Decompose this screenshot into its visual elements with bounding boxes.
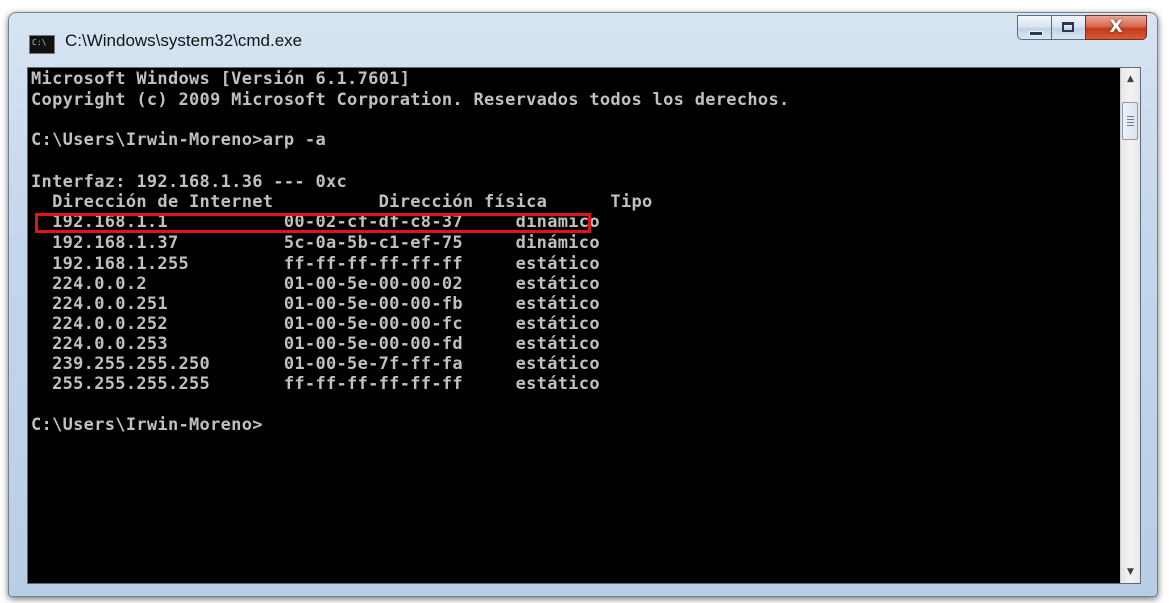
scroll-up-arrow-icon[interactable]: ▲ [1121, 70, 1140, 88]
arp-table-row: 224.0.0.252 01-00-5e-00-00-fc estático [31, 314, 600, 334]
maximize-button[interactable] [1051, 15, 1085, 40]
caption-buttons: X [1017, 15, 1147, 41]
cmd-app-icon[interactable]: C:\ [29, 35, 55, 54]
console-line: Interfaz: 192.168.1.36 --- 0xc [31, 172, 348, 192]
arp-table-row: 224.0.0.2 01-00-5e-00-00-02 estático [31, 274, 600, 294]
console-output[interactable]: Microsoft Windows [Versión 6.1.7601] Cop… [28, 68, 1120, 583]
console-line: Copyright (c) 2009 Microsoft Corporation… [31, 90, 790, 110]
arp-table-row: 192.168.1.255 ff-ff-ff-ff-ff-ff estático [31, 254, 600, 274]
minimize-button[interactable] [1017, 15, 1051, 40]
maximize-icon [1062, 22, 1074, 32]
arp-table-row: 224.0.0.253 01-00-5e-00-00-fd estático [31, 334, 600, 354]
grip-line [1127, 122, 1134, 123]
cmd-icon-text: C:\ [32, 38, 47, 47]
minimize-icon [1029, 31, 1043, 36]
cmd-window: C:\ C:\Windows\system32\cmd.exe X Micros… [8, 12, 1158, 597]
arp-table-row: 224.0.0.251 01-00-5e-00-00-fb estático [31, 294, 600, 314]
grip-line [1127, 116, 1134, 117]
window-title: C:\Windows\system32\cmd.exe [65, 31, 303, 50]
console-line: C:\Users\Irwin-Moreno>arp -a [31, 130, 326, 150]
vertical-scrollbar[interactable]: ▲ ▼ [1120, 68, 1140, 583]
scroll-down-arrow-icon[interactable]: ▼ [1121, 563, 1140, 581]
close-icon: X [1109, 17, 1123, 37]
arp-table-row: 192.168.1.37 5c-0a-5b-c1-ef-75 dinámico [31, 233, 600, 253]
scroll-thumb[interactable] [1122, 102, 1138, 140]
arp-table-row: 255.255.255.255 ff-ff-ff-ff-ff-ff estáti… [31, 374, 600, 394]
arp-table-row: 239.255.255.250 01-00-5e-7f-ff-fa estáti… [31, 354, 600, 374]
highlight-annotation-box [35, 213, 591, 233]
console-line: Microsoft Windows [Versión 6.1.7601] [31, 69, 411, 89]
arp-table-header: Dirección de Internet Dirección física T… [31, 192, 653, 212]
close-button[interactable]: X [1085, 15, 1147, 40]
console-client-area: Microsoft Windows [Versión 6.1.7601] Cop… [27, 67, 1141, 584]
command-prompt: C:\Users\Irwin-Moreno> [31, 415, 263, 435]
title-bar[interactable]: C:\ C:\Windows\system32\cmd.exe X [9, 13, 1157, 67]
grip-line [1127, 125, 1134, 126]
grip-line [1127, 119, 1134, 120]
